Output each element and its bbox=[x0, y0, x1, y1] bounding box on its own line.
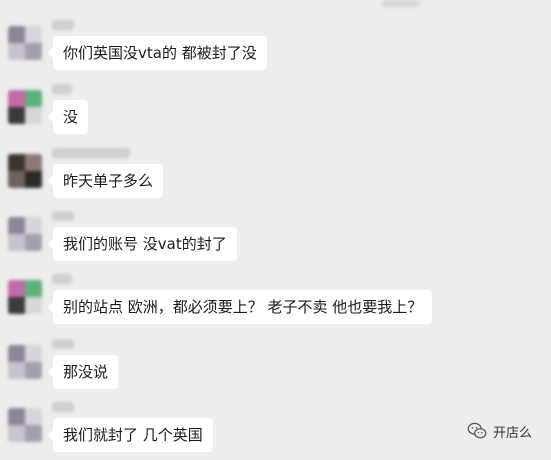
message-row: 那没说 bbox=[0, 335, 551, 393]
avatar[interactable] bbox=[8, 90, 42, 124]
avatar[interactable] bbox=[8, 408, 42, 442]
avatar[interactable] bbox=[8, 280, 42, 314]
avatar[interactable] bbox=[8, 217, 42, 251]
message-row: 别的站点 欧洲，都必须要上？ 老子不卖 他也要我上？ bbox=[0, 270, 551, 328]
message-bubble: 你们英国没vta的 都被封了没 bbox=[48, 36, 267, 70]
chat-area: 你们英国没vta的 都被封了没 没 昨天单子多么 我们的账号 没vat的封了 别… bbox=[0, 0, 551, 460]
message-bubble: 昨天单子多么 bbox=[47, 164, 164, 198]
message-row: 你们英国没vta的 都被封了没 bbox=[0, 16, 551, 74]
watermark: 开店么 bbox=[466, 419, 532, 443]
message-bubble: 别的站点 欧洲，都必须要上？ 老子不卖 他也要我上？ bbox=[47, 290, 433, 324]
avatar[interactable] bbox=[8, 154, 42, 188]
message-row: 我们的账号 没vat的封了 bbox=[0, 207, 551, 265]
message-bubble: 我们的账号 没vat的封了 bbox=[48, 227, 237, 261]
sender-name bbox=[52, 148, 130, 158]
blurred-top-element bbox=[382, 0, 420, 7]
avatar[interactable] bbox=[8, 26, 42, 60]
sender-name bbox=[52, 211, 74, 221]
sender-name bbox=[52, 84, 72, 94]
sender-name bbox=[52, 339, 74, 349]
message-row: 昨天单子多么 bbox=[0, 144, 551, 202]
message-bubble: 我们就封了 几个英国 bbox=[48, 418, 213, 452]
sender-name bbox=[52, 402, 74, 412]
watermark-text: 开店么 bbox=[493, 425, 533, 441]
message-bubble: 没 bbox=[47, 100, 89, 134]
sender-name bbox=[52, 20, 74, 30]
message-bubble: 那没说 bbox=[47, 355, 119, 389]
avatar[interactable] bbox=[8, 345, 42, 379]
message-row: 没 bbox=[0, 80, 551, 138]
wechat-icon bbox=[467, 422, 487, 439]
sender-name bbox=[52, 274, 72, 284]
